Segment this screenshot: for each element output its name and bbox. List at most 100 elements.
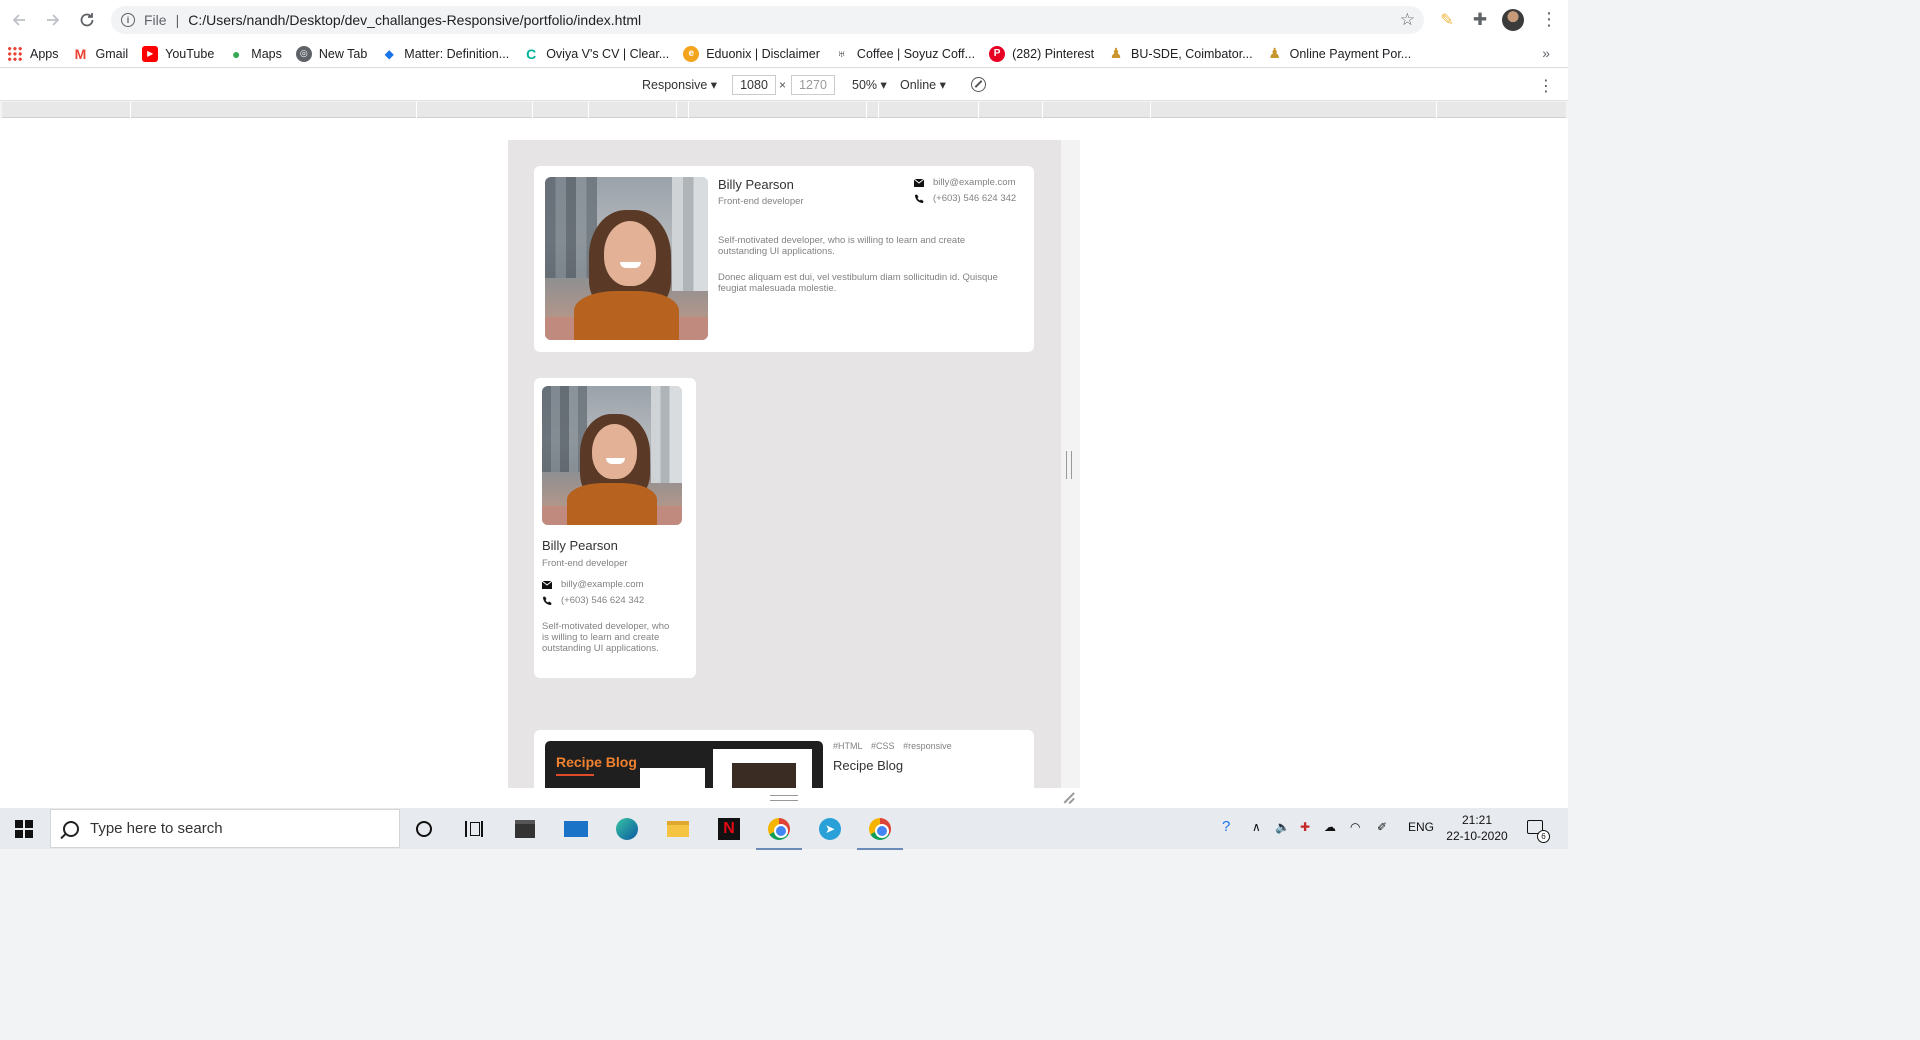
profile-avatar[interactable] (1502, 9, 1524, 31)
reload-button[interactable] (72, 5, 102, 35)
profile-role: Front-end developer (718, 196, 804, 207)
task-view-icon[interactable] (461, 816, 487, 842)
profile-phone[interactable]: (+603) 546 624 342 (914, 193, 1016, 204)
bookmark-apps[interactable]: Apps (0, 42, 66, 66)
onedrive-cloud-icon[interactable]: ☁ (1324, 820, 1336, 834)
bookmark-cv[interactable]: C Oviya V's CV | Clear... (516, 42, 676, 66)
edge-icon[interactable] (614, 816, 640, 842)
device-dropdown[interactable]: Responsive ▾ (642, 77, 717, 92)
thumbnail-title: Recipe Blog (556, 754, 637, 770)
profile-card-wide: Billy Pearson Front-end developer billy@… (534, 166, 1034, 352)
clock-date: 22-10-2020 (1446, 829, 1508, 843)
mq-tick (688, 102, 689, 118)
device-emulation-stage: Billy Pearson Front-end developer billy@… (0, 118, 1568, 808)
url-scheme-label: File (144, 12, 167, 28)
taskbar-search-box[interactable]: Type here to search (50, 809, 400, 848)
resize-handle-bottom[interactable] (770, 795, 798, 801)
photo-detail (672, 177, 708, 292)
address-bar[interactable]: i File | C:/Users/nandh/Desktop/dev_chal… (111, 6, 1424, 34)
chrome-taskbar-icon[interactable] (756, 816, 802, 850)
mq-tick (676, 102, 677, 118)
chrome-taskbar-icon-2[interactable] (857, 816, 903, 850)
bookmark-youtube[interactable]: ▶ YouTube (135, 42, 221, 66)
thumbnail-photo (732, 763, 796, 788)
edge-shape (616, 818, 638, 840)
throttling-dropdown[interactable]: Online ▾ (900, 77, 946, 92)
mq-tick (1436, 102, 1437, 118)
pen-workspace-icon[interactable]: ✐ (1377, 820, 1387, 834)
forward-button[interactable] (38, 5, 68, 35)
bookmark-maps[interactable]: ● Maps (221, 42, 289, 66)
info-icon[interactable]: i (121, 13, 135, 27)
netflix-icon[interactable]: N (716, 816, 742, 842)
file-explorer-icon[interactable] (665, 816, 691, 842)
arrow-left-icon (12, 14, 25, 26)
mq-tick (866, 102, 867, 118)
url-text[interactable]: C:/Users/nandh/Desktop/dev_challanges-Re… (188, 12, 641, 28)
store-icon[interactable] (512, 816, 538, 842)
thumbnail-page (713, 749, 812, 788)
chrome-menu-icon[interactable]: ⋮ (1540, 10, 1558, 28)
show-hidden-icons-chevron-icon[interactable]: ∧ (1252, 820, 1261, 834)
bookmark-online-payment[interactable]: ♟ Online Payment Por... (1260, 42, 1419, 66)
chrome-logo (869, 818, 891, 840)
wifi-icon[interactable]: ◠ (1350, 820, 1360, 834)
thumbnail-page (640, 768, 705, 788)
mail-icon[interactable] (563, 816, 589, 842)
extensions-puzzle-icon[interactable]: ✚ (1470, 10, 1490, 30)
project-thumbnail[interactable]: Recipe Blog (545, 741, 823, 788)
phone-icon (542, 596, 552, 606)
rotate-icon[interactable] (971, 77, 986, 92)
mq-tick (978, 102, 979, 118)
mq-tick (878, 102, 879, 118)
more-bookmarks-icon[interactable]: » (1542, 45, 1550, 61)
gift-icon[interactable]: ✚ (1300, 820, 1310, 834)
windows-start-icon[interactable] (15, 820, 33, 838)
help-icon[interactable]: ? (1222, 818, 1230, 835)
volume-icon[interactable]: 🔈 (1275, 820, 1290, 834)
search-icon (63, 820, 79, 837)
input-language[interactable]: ENG (1408, 820, 1434, 834)
notification-count-badge: 6 (1537, 830, 1550, 843)
bookmark-bu-sde[interactable]: ♟ BU-SDE, Coimbator... (1101, 42, 1260, 66)
bookmark-eduonix[interactable]: e Eduonix | Disclaimer (676, 42, 827, 66)
maps-icon: ● (232, 45, 241, 62)
photo-detail (606, 458, 625, 464)
bookmark-coffee[interactable]: ♅ Coffee | Soyuz Coff... (827, 42, 982, 66)
url-separator: | (175, 12, 180, 28)
bookmark-new-tab[interactable]: ◎ New Tab (289, 42, 374, 66)
store-shape (515, 820, 535, 838)
search-placeholder: Type here to search (90, 820, 223, 837)
reload-icon (80, 13, 94, 27)
bookmark-pinterest[interactable]: P (282) Pinterest (982, 42, 1101, 66)
telegram-icon[interactable]: ➤ (817, 816, 843, 842)
photo-detail (603, 221, 656, 287)
media-query-bar[interactable] (2, 102, 1566, 118)
mq-tick (130, 102, 131, 118)
photo-detail (567, 483, 657, 525)
profile-email[interactable]: billy@example.com (542, 579, 644, 590)
resize-handle-corner[interactable] (1063, 792, 1075, 804)
bookmarks-bar: Apps M Gmail ▶ YouTube ● Maps ◎ New Tab ◆ Mat… (0, 40, 1568, 68)
photo-detail (651, 386, 682, 484)
netflix-shape: N (718, 818, 740, 840)
emulated-viewport[interactable]: Billy Pearson Front-end developer billy@… (508, 140, 1061, 788)
extension-pen-icon[interactable]: ✎ (1437, 10, 1457, 30)
zoom-dropdown[interactable]: 50% ▾ (852, 77, 887, 92)
viewport-width-input[interactable]: 1080 (732, 75, 776, 95)
bookmark-star-icon[interactable]: ☆ (1400, 11, 1415, 28)
bookmark-matter[interactable]: ◆ Matter: Definition... (374, 42, 516, 66)
profile-name: Billy Pearson (718, 177, 794, 192)
system-clock[interactable]: 21:21 22-10-2020 (1445, 812, 1509, 844)
profile-email[interactable]: billy@example.com (914, 177, 1016, 188)
profile-bio: Self-motivated developer, who is willing… (718, 235, 966, 257)
apps-grid-icon (7, 45, 23, 62)
back-button[interactable] (4, 5, 34, 35)
device-toolbar-menu-icon[interactable]: ⋮ (1538, 76, 1554, 96)
profile-phone[interactable]: (+603) 546 624 342 (542, 595, 644, 606)
cortana-icon[interactable] (411, 816, 437, 842)
bookmark-gmail[interactable]: M Gmail (66, 42, 136, 66)
viewport-height-input[interactable]: 1270 (791, 75, 835, 95)
profile-bio-extra: Donec aliquam est dui, vel vestibulum di… (718, 272, 998, 294)
resize-handle-right[interactable] (1066, 451, 1072, 479)
